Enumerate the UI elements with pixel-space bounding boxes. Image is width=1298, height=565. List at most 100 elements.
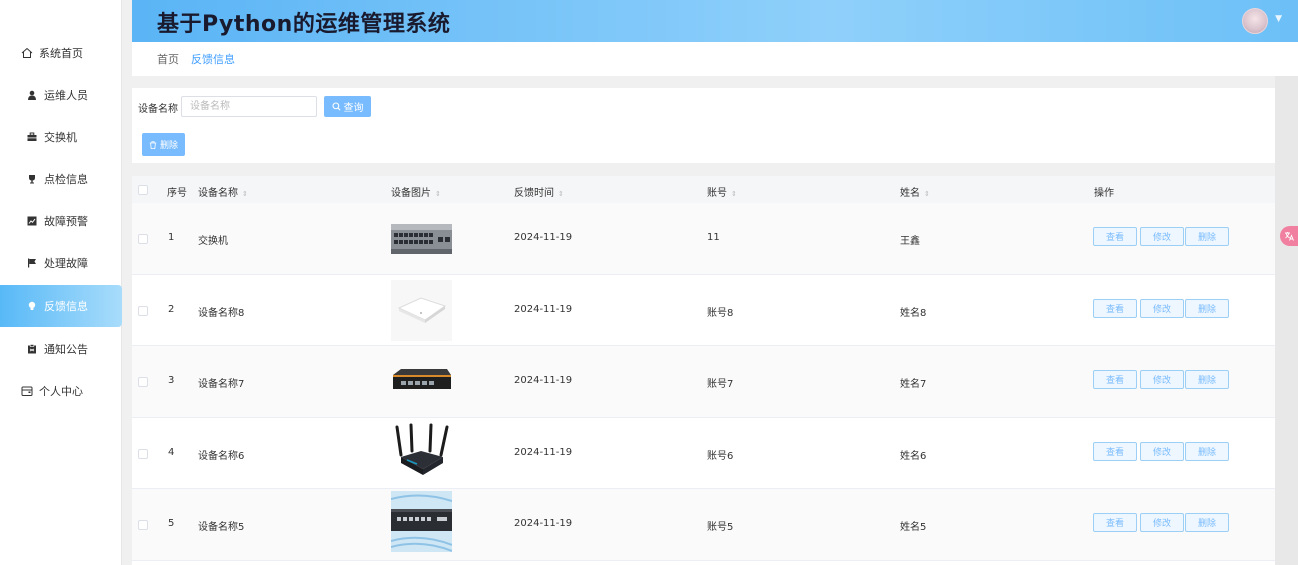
row-feedback-time: 2024-11-19	[514, 518, 573, 530]
sidebar-item-label: 通知公告	[44, 343, 88, 356]
view-button[interactable]: 查看	[1093, 298, 1137, 318]
edit-button[interactable]: 修改	[1140, 441, 1184, 461]
sidebar-item-notice[interactable]: 通知公告	[0, 328, 122, 370]
search-input[interactable]	[181, 96, 317, 117]
translate-icon[interactable]	[1280, 226, 1298, 246]
select-all-checkbox[interactable]	[138, 185, 148, 195]
row-device-name: 设备名称5	[198, 522, 245, 534]
table-row: 4 设备名称6 2024-11-19 账号6 姓名6 查看 修改 删除	[132, 418, 1275, 490]
sidebar-item-home[interactable]: 系统首页	[0, 32, 122, 74]
row-feedback-time: 2024-11-19	[514, 232, 573, 243]
search-panel: 设备名称 查询 删除	[132, 88, 1275, 163]
device-image-switch[interactable]	[391, 209, 452, 270]
row-feedback-time: 2024-11-19	[514, 303, 573, 315]
flag-icon	[25, 256, 39, 270]
batch-delete-button[interactable]: 删除	[142, 133, 185, 156]
row-account: 11	[707, 232, 720, 243]
col-device-image[interactable]: 设备图片 ⇕	[391, 184, 441, 199]
row-person-name: 姓名6	[900, 450, 927, 462]
delete-button[interactable]: 删除	[1185, 227, 1229, 246]
wallet-icon	[20, 384, 34, 398]
delete-button[interactable]: 删除	[1185, 298, 1229, 318]
row-index: 2	[168, 303, 175, 315]
trophy-icon	[25, 172, 39, 186]
device-image-access-point[interactable]	[391, 279, 452, 341]
delete-button[interactable]: 删除	[1185, 370, 1229, 390]
row-person-name: 姓名7	[900, 379, 927, 391]
avatar[interactable]	[1242, 8, 1268, 34]
row-checkbox[interactable]	[138, 234, 148, 244]
delete-button[interactable]: 删除	[1185, 513, 1229, 533]
row-account: 账号6	[707, 450, 734, 462]
row-device-name: 交换机	[198, 236, 228, 247]
sidebar-item-label: 交换机	[44, 131, 77, 144]
row-feedback-time: 2024-11-19	[514, 446, 573, 458]
col-feedback-time[interactable]: 反馈时间 ⇕	[514, 184, 564, 199]
sidebar-item-fault-warning[interactable]: 故障预警	[0, 200, 122, 242]
row-index: 5	[168, 518, 175, 530]
chevron-down-icon[interactable]: ▼	[1275, 14, 1282, 24]
bulb-icon	[25, 299, 39, 313]
table-header: 序号 设备名称 ⇕ 设备图片 ⇕ 反馈时间 ⇕ 账号 ⇕ 姓名 ⇕ 操作	[132, 176, 1275, 203]
row-checkbox[interactable]	[138, 448, 148, 459]
row-person-name: 姓名5	[900, 522, 927, 534]
sort-icon[interactable]: ⇕	[558, 190, 564, 198]
view-button[interactable]: 查看	[1093, 441, 1137, 461]
breadcrumb-current: 反馈信息	[191, 53, 235, 66]
row-account: 账号5	[707, 522, 734, 534]
query-button[interactable]: 查询	[324, 96, 371, 117]
trash-icon	[149, 140, 157, 149]
top-header: 基于Python的运维管理系统 ▼	[132, 0, 1298, 42]
sidebar-item-feedback[interactable]: 反馈信息	[0, 285, 122, 327]
view-button[interactable]: 查看	[1093, 513, 1137, 533]
row-person-name: 王鑫	[900, 236, 920, 247]
edit-button[interactable]: 修改	[1140, 370, 1184, 390]
user-icon	[25, 88, 39, 102]
edit-button[interactable]: 修改	[1140, 513, 1184, 533]
col-person-name[interactable]: 姓名 ⇕	[900, 184, 930, 199]
col-index: 序号	[167, 188, 187, 199]
search-label: 设备名称	[138, 104, 178, 115]
row-device-name: 设备名称6	[198, 450, 245, 462]
sort-icon[interactable]: ⇕	[435, 190, 441, 198]
row-feedback-time: 2024-11-19	[514, 375, 573, 387]
row-checkbox[interactable]	[138, 520, 148, 531]
row-checkbox[interactable]	[138, 377, 148, 388]
sidebar-item-handle-fault[interactable]: 处理故障	[0, 242, 122, 284]
row-account: 账号8	[707, 307, 734, 319]
sidebar-item-inspection[interactable]: 点检信息	[0, 158, 122, 200]
row-checkbox[interactable]	[138, 305, 148, 316]
delete-button-label: 删除	[159, 141, 178, 151]
sidebar: 系统首页 运维人员 交换机 点检信息 故障预警 处理故障 反馈信息 通知公告 个…	[0, 0, 122, 565]
sidebar-item-label: 运维人员	[44, 89, 88, 102]
scroll-area	[1275, 76, 1298, 565]
view-button[interactable]: 查看	[1093, 370, 1137, 390]
sort-icon[interactable]: ⇕	[731, 190, 737, 198]
sidebar-item-profile[interactable]: 个人中心	[0, 370, 122, 412]
delete-button[interactable]: 删除	[1185, 441, 1229, 461]
view-button[interactable]: 查看	[1093, 227, 1137, 246]
edit-button[interactable]: 修改	[1140, 227, 1184, 246]
clipboard-icon	[25, 342, 39, 356]
sidebar-item-ops-staff[interactable]: 运维人员	[0, 74, 122, 116]
sidebar-item-label: 点检信息	[44, 173, 88, 186]
sort-icon[interactable]: ⇕	[924, 190, 930, 198]
device-image-black-switch[interactable]	[391, 351, 452, 412]
row-index: 3	[168, 375, 175, 387]
row-account: 账号7	[707, 379, 734, 391]
briefcase-icon	[25, 130, 39, 144]
home-icon	[20, 46, 34, 60]
chart-icon	[25, 214, 39, 228]
sort-icon[interactable]: ⇕	[242, 190, 248, 198]
sidebar-item-switch[interactable]: 交换机	[0, 116, 122, 158]
col-device-name[interactable]: 设备名称 ⇕	[198, 184, 248, 199]
feedback-table: 序号 设备名称 ⇕ 设备图片 ⇕ 反馈时间 ⇕ 账号 ⇕ 姓名 ⇕ 操作 1 交换机 20…	[132, 176, 1275, 565]
col-account[interactable]: 账号 ⇕	[707, 184, 737, 199]
edit-button[interactable]: 修改	[1140, 298, 1184, 318]
breadcrumb-home[interactable]: 首页	[157, 51, 179, 67]
query-button-label: 查询	[343, 103, 364, 114]
device-image-rack-switch[interactable]	[391, 491, 452, 553]
device-image-wifi-router[interactable]	[391, 423, 452, 484]
row-person-name: 姓名8	[900, 307, 927, 319]
sidebar-item-label: 处理故障	[44, 257, 88, 270]
